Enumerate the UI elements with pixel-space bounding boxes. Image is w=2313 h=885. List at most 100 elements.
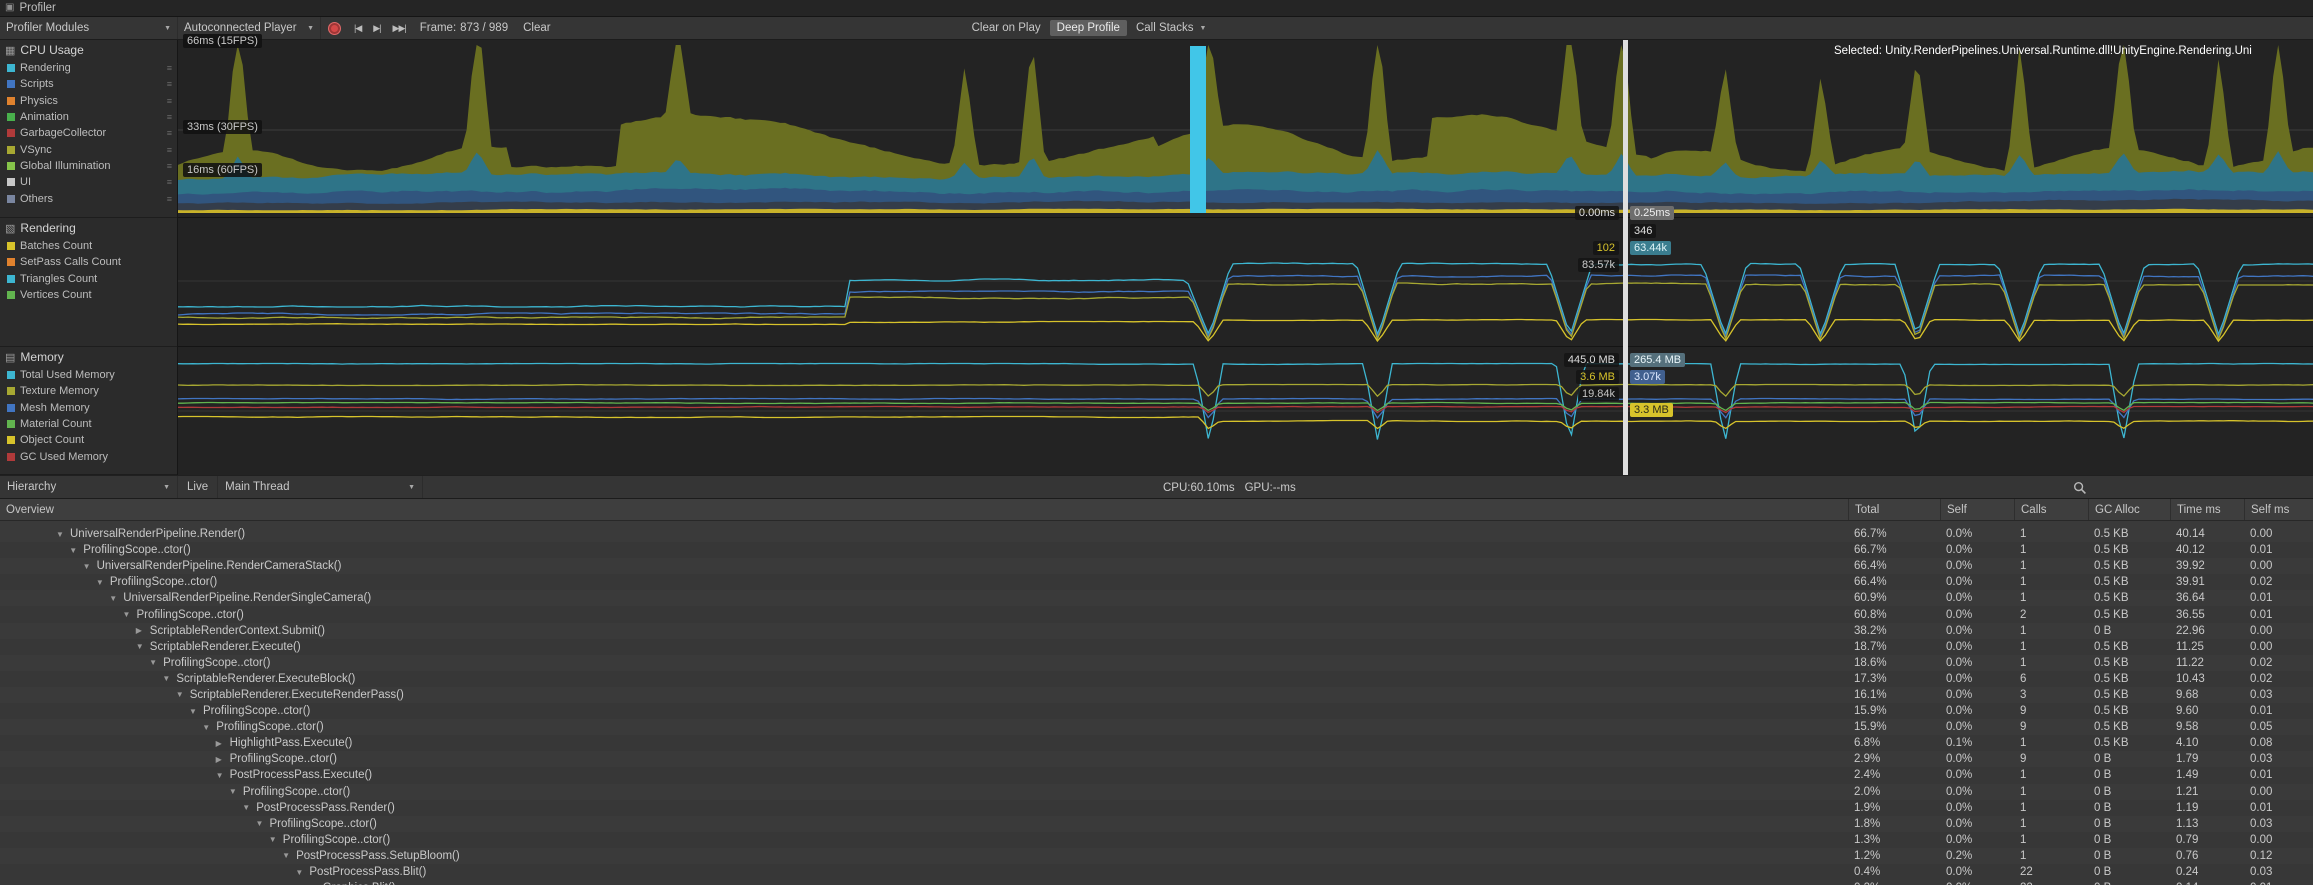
column-header-gc-alloc[interactable]: GC Alloc [2088,499,2170,520]
table-row[interactable]: ▶ ProfilingScope..ctor() 2.9% 0.0% 9 0 B 1.79 0… [0,751,2313,767]
foldout-expanded-icon[interactable]: ▼ [149,658,163,667]
thread-dropdown[interactable]: Main Thread ▼ [218,476,424,498]
foldout-expanded-icon[interactable]: ▼ [242,803,256,812]
profiler-modules-label: Profiler Modules [6,22,90,34]
clear-button[interactable]: Clear [516,17,557,39]
table-row[interactable]: ▶Graphics.Blit()0.2%0.0%220 B0.140.01 [0,880,2313,885]
column-header-total[interactable]: Total [1848,499,1940,520]
column-header-calls[interactable]: Calls [2014,499,2088,520]
table-row[interactable]: ▼ ProfilingScope..ctor() 15.9% 0.0% 9 0.5 KB 9… [0,719,2313,735]
module-header-memory[interactable]: ▤ Memory [0,347,177,367]
foldout-expanded-icon[interactable]: ▼ [176,690,190,699]
chevron-down-icon: ▼ [163,483,170,491]
prev-frame-button[interactable]: |◀ [348,17,367,39]
legend-item-physics[interactable]: Physics ≡ [0,93,177,109]
foldout-expanded-icon[interactable]: ▼ [229,787,243,796]
col-total: 1.3% [1854,833,1881,846]
foldout-expanded-icon[interactable]: ▼ [123,610,137,619]
legend-item-total-used-memory[interactable]: Total Used Memory [0,367,177,383]
foldout-expanded-icon[interactable]: ▼ [202,723,216,732]
legend-item-material-count[interactable]: Material Count [0,416,177,432]
col-self-ms: 0.02 [2250,576,2273,589]
table-row[interactable]: ▼ ProfilingScope..ctor() 18.6% 0.0% 1 0.5 KB 1… [0,655,2313,671]
foldout-expanded-icon[interactable]: ▼ [295,868,309,877]
foldout-expanded-icon[interactable]: ▼ [269,835,283,844]
next-frame-button[interactable]: ▶| [367,17,386,39]
legend-item-mesh-memory[interactable]: Mesh Memory [0,400,177,416]
foldout-expanded-icon[interactable]: ▼ [282,851,296,860]
module-header-cpu-usage[interactable]: ▦ CPU Usage [0,40,177,60]
foldout-expanded-icon[interactable]: ▼ [96,578,110,587]
foldout-expanded-icon[interactable]: ▼ [83,562,97,571]
table-row[interactable]: ▼ ProfilingScope..ctor() 1.8% 0.0% 1 0 B 1.13 0… [0,816,2313,832]
foldout-expanded-icon[interactable]: ▼ [256,819,270,828]
legend-item-vsync[interactable]: VSync ≡ [0,141,177,157]
table-row[interactable]: ▼ UniversalRenderPipeline.Render() 66.7% 0.… [0,526,2313,542]
column-header-self[interactable]: Self [1940,499,2014,520]
legend-item-rendering[interactable]: Rendering ≡ [0,60,177,76]
legend-item-object-count[interactable]: Object Count [0,432,177,448]
table-row[interactable]: ▼ ScriptableRenderer.Execute() 18.7% 0.0% 1 0… [0,638,2313,655]
foldout-expanded-icon[interactable]: ▼ [56,530,70,539]
col-time-ms: 1.21 [2176,785,2199,798]
profiler-modules-dropdown[interactable]: Profiler Modules ▼ [0,17,178,39]
rendering-chart[interactable] [178,218,2313,347]
legend-item-triangles-count[interactable]: Triangles Count [0,271,177,287]
frame-selection-line[interactable] [1623,40,1628,475]
table-row[interactable]: ▼ UniversalRenderPipeline.RenderCameraSta… [0,558,2313,574]
table-row[interactable]: ▼ ProfilingScope..ctor() 66.7% 0.0% 1 0.5 KB 4… [0,542,2313,559]
memory-chart[interactable] [178,347,2313,475]
legend-item-batches-count[interactable]: Batches Count [0,238,177,254]
column-header-overview[interactable]: Overview [0,504,1848,516]
table-row[interactable]: ▼ ProfilingScope..ctor() 1.3% 0.0% 1 0 B 0.79 0… [0,831,2313,848]
current-frame-button[interactable]: ▶▶| [387,17,412,39]
table-row[interactable]: ▼ UniversalRenderPipeline.RenderSingleCam… [0,590,2313,606]
legend-item-vertices-count[interactable]: Vertices Count [0,287,177,303]
col-time-ms: 0.24 [2176,866,2199,879]
table-row[interactable]: ▼ ProfilingScope..ctor() 66.4% 0.0% 1 0.5 KB 3… [0,574,2313,591]
legend-handle-icon: ≡ [166,112,172,123]
foldout-collapsed-icon[interactable]: ▶ [216,739,230,748]
table-row[interactable]: ▶ ScriptableRenderContext.Submit() 38.2% 0.… [0,623,2313,639]
table-row[interactable]: ▼ ProfilingScope..ctor() 15.9% 0.0% 9 0.5 KB 9… [0,703,2313,720]
legend-item-gc-used-memory[interactable]: GC Used Memory [0,448,177,464]
foldout-expanded-icon[interactable]: ▼ [136,642,150,651]
foldout-expanded-icon[interactable]: ▼ [109,594,123,603]
column-header-self-ms[interactable]: Self ms [2244,499,2313,520]
foldout-expanded-icon[interactable]: ▼ [162,674,176,683]
legend-item-garbagecollector[interactable]: GarbageCollector ≡ [0,125,177,141]
deep-profile-toggle[interactable]: Deep Profile [1049,20,1127,36]
cpu-usage-chart[interactable] [178,40,2313,218]
legend-item-ui[interactable]: UI ≡ [0,174,177,190]
legend-label: GC Used Memory [20,450,109,463]
foldout-expanded-icon[interactable]: ▼ [69,546,83,555]
table-row[interactable]: ▼ PostProcessPass.Render() 1.9% 0.0% 1 0 B 1.1… [0,799,2313,816]
live-toggle[interactable]: Live [178,476,219,498]
call-stacks-dropdown[interactable]: Call Stacks ▼ [1129,17,1213,39]
legend-item-others[interactable]: Others ≡ [0,190,177,206]
legend-item-scripts[interactable]: Scripts ≡ [0,76,177,92]
table-row[interactable]: ▶ HighlightPass.Execute() 6.8% 0.1% 1 0.5 KB 4… [0,735,2313,752]
foldout-expanded-icon[interactable]: ▼ [216,771,230,780]
table-row[interactable]: ▼ ProfilingScope..ctor() 60.8% 0.0% 2 0.5 KB 3… [0,606,2313,623]
module-header-rendering[interactable]: ▧ Rendering [0,218,177,238]
legend-item-animation[interactable]: Animation ≡ [0,109,177,125]
table-row[interactable]: ▼ ScriptableRenderer.ExecuteRenderPass() 1… [0,687,2313,703]
table-row[interactable]: ▼ PostProcessPass.Blit() 0.4% 0.0% 22 0 B 0.24… [0,863,2313,881]
frame-counter: Frame: 873 / 989 [412,17,516,39]
search-button[interactable] [2073,481,2087,498]
legend-item-setpass-calls-count[interactable]: SetPass Calls Count [0,254,177,270]
foldout-collapsed-icon[interactable]: ▶ [216,755,230,764]
table-row[interactable]: ▼ PostProcessPass.Execute() 2.4% 0.0% 1 0 B 1.… [0,767,2313,784]
column-header-time-ms[interactable]: Time ms [2170,499,2244,520]
legend-item-texture-memory[interactable]: Texture Memory [0,383,177,399]
legend-item-global-illumination[interactable]: Global Illumination ≡ [0,158,177,174]
view-mode-dropdown[interactable]: Hierarchy ▼ [0,476,178,498]
foldout-collapsed-icon[interactable]: ▶ [136,626,150,635]
foldout-expanded-icon[interactable]: ▼ [189,707,203,716]
table-row[interactable]: ▼ ScriptableRenderer.ExecuteBlock() 17.3% 0… [0,670,2313,687]
table-row[interactable]: ▼ PostProcessPass.SetupBloom() 1.2% 0.2% 1 0 … [0,848,2313,864]
clear-on-play-button[interactable]: Clear on Play [965,17,1048,39]
table-row[interactable]: ▼ ProfilingScope..ctor() 2.0% 0.0% 1 0 B 1.21 0… [0,784,2313,800]
record-button[interactable] [321,17,348,39]
